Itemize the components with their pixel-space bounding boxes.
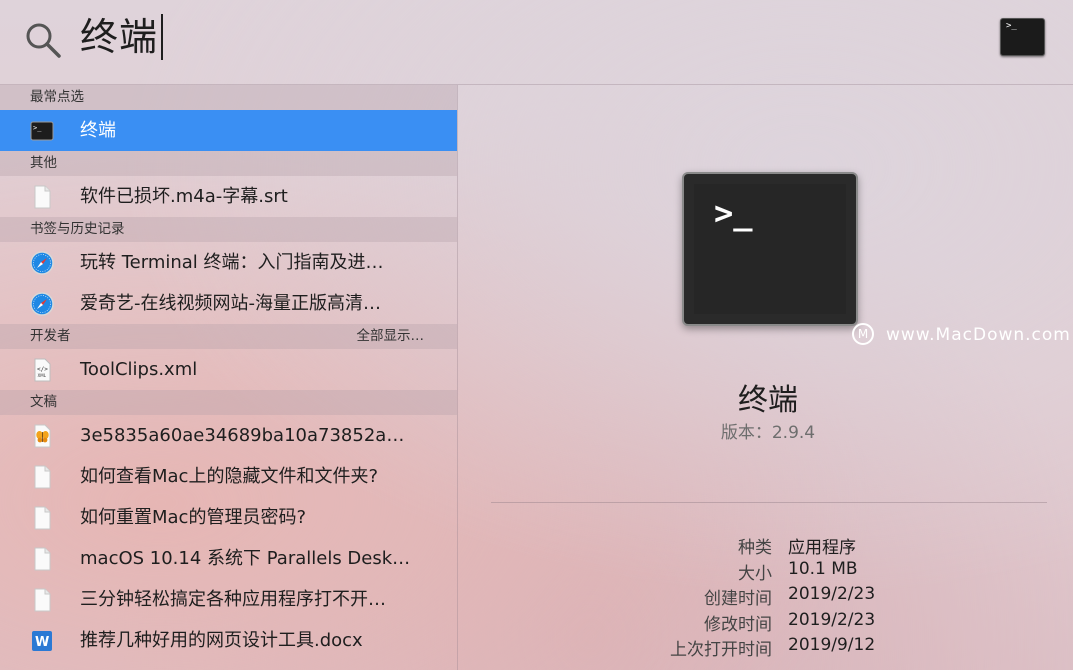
metadata-row: 创建时间 2019/2/23: [458, 582, 1073, 609]
result-label: 玩转 Terminal 终端：入门指南及进…: [80, 252, 384, 273]
text-caret: [161, 14, 163, 60]
section-title: 文稿: [30, 394, 57, 410]
result-item[interactable]: 三分钟轻松搞定各种应用程序打不开…: [0, 579, 457, 620]
result-item[interactable]: 玩转 Terminal 终端：入门指南及进…: [0, 242, 457, 283]
metadata-row: 修改时间 2019/2/23: [458, 608, 1073, 635]
result-item[interactable]: 如何查看Mac上的隐藏文件和文件夹?: [0, 456, 457, 497]
result-label: 软件已损坏.m4a-字幕.srt: [80, 186, 288, 207]
terminal-prompt: >_: [1006, 21, 1017, 31]
safari-icon: [30, 251, 54, 275]
section-title: 其他: [30, 155, 57, 171]
section-title: 最常点选: [30, 89, 84, 105]
result-item[interactable]: </> XML ToolClips.xml: [0, 349, 457, 390]
svg-text:</>: </>: [37, 366, 48, 373]
metadata-key: 创建时间: [704, 589, 772, 609]
terminal-icon: >_: [682, 172, 858, 326]
result-item[interactable]: 软件已损坏.m4a-字幕.srt: [0, 176, 457, 217]
metadata-value: 应用程序: [788, 538, 856, 558]
svg-text:W: W: [35, 635, 49, 650]
document-icon: [34, 547, 51, 571]
result-item[interactable]: 3e5835a60ae34689ba10a73852a…: [0, 415, 457, 456]
metadata-value: 2019/2/23: [788, 584, 876, 604]
document-icon: [34, 506, 51, 530]
metadata-key: 修改时间: [704, 614, 772, 635]
app-version: 版本：2.9.4: [720, 423, 816, 443]
svg-text:XML: XML: [38, 373, 47, 378]
xml-file-icon: </>XML: [34, 358, 51, 382]
preview-pane: >_ M www.MacDown.com 终端 版本：2.9.4 种类 应用程序大…: [458, 85, 1073, 670]
result-label: 爱奇艺-在线视频网站-海量正版高清…: [80, 293, 381, 314]
section-header: 开发者 全部显示…: [0, 324, 457, 349]
document-icon: [34, 185, 51, 209]
section-header: 其他: [0, 151, 457, 176]
svg-text:>_: >_: [33, 124, 42, 132]
result-label: 推荐几种好用的网页设计工具.docx: [80, 630, 363, 651]
terminal-icon: >_: [30, 121, 54, 141]
metadata-value: 2019/2/23: [788, 609, 876, 630]
terminal-screen: >_: [694, 184, 846, 314]
search-icon: [26, 23, 61, 58]
result-item[interactable]: 爱奇艺-在线视频网站-海量正版高清…: [0, 283, 457, 324]
watermark: www.MacDown.com: [886, 325, 1071, 345]
metadata-key: 上次打开时间: [670, 640, 772, 660]
section-header: 文稿: [0, 390, 457, 415]
result-item[interactable]: W 推荐几种好用的网页设计工具.docx: [0, 620, 457, 661]
search-bar: >_: [0, 0, 1073, 85]
metadata-key: 大小: [738, 563, 772, 584]
document-icon: [34, 588, 51, 612]
result-item[interactable]: macOS 10.14 系统下 Parallels Desk…: [0, 538, 457, 579]
metadata-key: 种类: [738, 538, 772, 558]
metadata-row: 种类 应用程序: [458, 531, 1073, 558]
result-label: 三分钟轻松搞定各种应用程序打不开…: [80, 589, 386, 610]
watermark-logo-icon: M: [852, 323, 874, 345]
terminal-prompt: >_: [714, 194, 753, 232]
section-title: 书签与历史记录: [30, 221, 125, 237]
result-label: 如何查看Mac上的隐藏文件和文件夹?: [80, 466, 379, 487]
document-icon: [34, 465, 51, 489]
word-icon: W: [32, 631, 52, 651]
result-item[interactable]: >_ 终端: [0, 110, 457, 151]
section-title: 开发者: [30, 328, 71, 344]
metadata-value: 2019/9/12: [788, 635, 876, 655]
section-header: 书签与历史记录: [0, 217, 457, 242]
show-all-link[interactable]: 全部显示…: [357, 324, 425, 349]
section-header: 最常点选: [0, 85, 457, 110]
metadata-row: 大小 10.1 MB: [458, 557, 1073, 584]
result-label: ToolClips.xml: [80, 359, 198, 380]
metadata-row: 上次打开时间 2019/9/12: [458, 633, 1073, 660]
search-input[interactable]: [80, 12, 880, 64]
result-label: 3e5835a60ae34689ba10a73852a…: [80, 425, 405, 446]
results-list: 最常点选 >_ 终端其他软件已损坏.m4a-字幕.srt 书签与历史记录玩转 Term…: [0, 85, 457, 670]
terminal-icon: >_: [1000, 18, 1045, 56]
safari-icon: [30, 292, 54, 316]
result-label: 终端: [80, 120, 116, 141]
metadata-table: 种类 应用程序 大小 10.1 MB 创建时间 2019/2/23 修改时间 2019/2/2…: [458, 531, 1073, 660]
metadata-value: 10.1 MB: [788, 558, 858, 579]
butterfly-file-icon: [34, 424, 51, 448]
app-name: 终端: [738, 383, 798, 418]
result-label: macOS 10.14 系统下 Parallels Desk…: [80, 548, 411, 569]
result-label: 如何重置Mac的管理员密码?: [80, 507, 307, 528]
preview-divider: [491, 502, 1047, 503]
result-item[interactable]: 如何重置Mac的管理员密码?: [0, 497, 457, 538]
